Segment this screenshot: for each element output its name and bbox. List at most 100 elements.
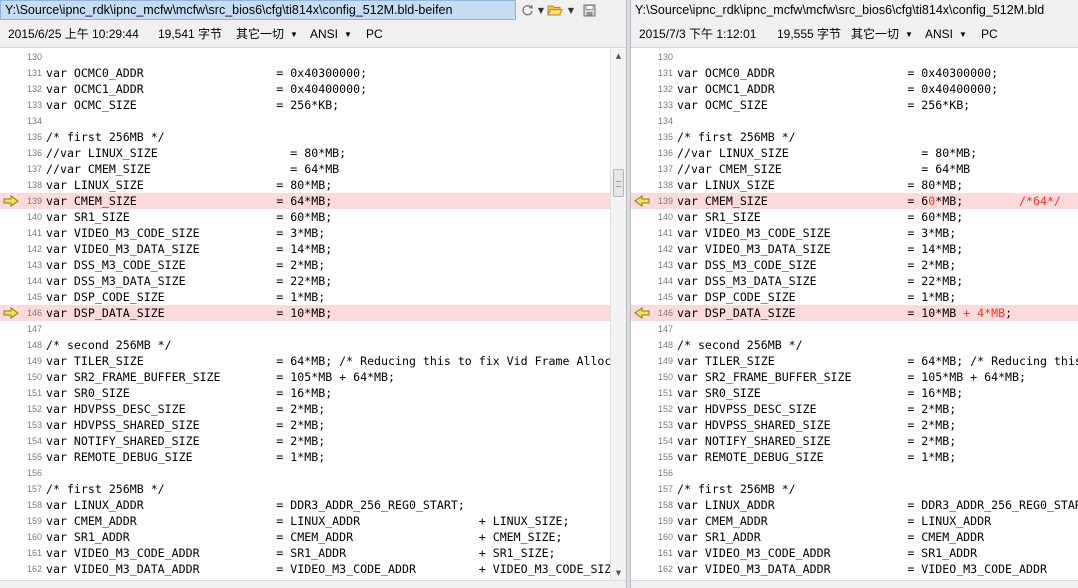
line-text: var LINUX_SIZE = 80*MB; (46, 178, 333, 192)
code-line[interactable]: 136 //var LINUX_SIZE = 80*MB; (631, 145, 1078, 161)
code-line[interactable]: 150 var SR2_FRAME_BUFFER_SIZE = 105*MB + … (631, 369, 1078, 385)
code-line[interactable]: 158 var LINUX_ADDR = DDR3_ADDR_256_REG0_S… (0, 497, 610, 513)
code-line[interactable]: 130 (631, 49, 1078, 65)
code-line[interactable]: 132 var OCMC1_ADDR = 0x40400000; (0, 81, 610, 97)
code-line[interactable]: 137 //var CMEM_SIZE = 64*MB (631, 161, 1078, 177)
code-line[interactable]: 155 var REMOTE_DEBUG_SIZE = 1*MB; (631, 449, 1078, 465)
code-line[interactable]: 138 var LINUX_SIZE = 80*MB; (0, 177, 610, 193)
line-number: 140 (26, 212, 42, 222)
code-line[interactable]: 153 var HDVPSS_SHARED_SIZE = 2*MB; (631, 417, 1078, 433)
text-segment: var VIDEO_M3_DATA_ADDR = VIDEO_M3_CODE_A… (677, 562, 1047, 576)
folder-icon[interactable] (546, 1, 564, 19)
line-text: var DSP_DATA_SIZE = 10*MB; (46, 306, 333, 320)
code-line[interactable]: 131 var OCMC0_ADDR = 0x40300000; (631, 65, 1078, 81)
code-line[interactable]: 137 //var CMEM_SIZE = 64*MB (0, 161, 610, 177)
code-line[interactable]: 145 var DSP_CODE_SIZE = 1*MB; (0, 289, 610, 305)
scroll-down-icon[interactable]: ▼ (611, 566, 626, 580)
left-code-view[interactable]: 130 131 var OCMC0_ADDR = 0x40300000; 132 var… (0, 49, 610, 580)
code-line[interactable]: 130 (0, 49, 610, 65)
right-filesize: 19,555 字节 (777, 27, 842, 41)
code-line[interactable]: 134 (631, 113, 1078, 129)
right-path-input[interactable]: Y:\Source\ipnc_rdk\ipnc_mcfw\mcfw\src_bi… (631, 0, 1078, 20)
code-line[interactable]: 144 var DSS_M3_DATA_SIZE = 22*MB; (631, 273, 1078, 289)
code-line[interactable]: 157 /* first 256MB */ (631, 481, 1078, 497)
text-segment: var CMEM_SIZE = 6 (677, 194, 929, 208)
code-line[interactable]: 148 /* second 256MB */ (0, 337, 610, 353)
code-line[interactable]: 147 (0, 321, 610, 337)
code-line[interactable]: 151 var SR0_SIZE = 16*MB; (631, 385, 1078, 401)
line-number: 152 (26, 404, 42, 414)
code-line[interactable]: 162 var VIDEO_M3_DATA_ADDR = VIDEO_M3_COD… (631, 561, 1078, 577)
code-line[interactable]: 142 var VIDEO_M3_DATA_SIZE = 14*MB; (0, 241, 610, 257)
code-line[interactable]: 159 var CMEM_ADDR = LINUX_ADDR (631, 513, 1078, 529)
code-line[interactable]: 135 /* first 256MB */ (631, 129, 1078, 145)
code-line[interactable]: 159 var CMEM_ADDR = LINUX_ADDR + LINUX_SI… (0, 513, 610, 529)
code-line[interactable]: 153 var HDVPSS_SHARED_SIZE = 2*MB; (0, 417, 610, 433)
save-icon[interactable] (580, 1, 598, 19)
right-code-view[interactable]: 130 131 var OCMC0_ADDR = 0x40300000; 132 var… (631, 49, 1078, 580)
left-vertical-scrollbar[interactable]: ▲ ▼ (610, 49, 626, 580)
code-line[interactable]: 154 var NOTIFY_SHARED_SIZE = 2*MB; (0, 433, 610, 449)
code-line[interactable]: 141 var VIDEO_M3_CODE_SIZE = 3*MB; (0, 225, 610, 241)
code-line[interactable]: 150 var SR2_FRAME_BUFFER_SIZE = 105*MB + … (0, 369, 610, 385)
code-line[interactable]: 152 var HDVPSS_DESC_SIZE = 2*MB; (631, 401, 1078, 417)
line-text: var DSP_DATA_SIZE = 10*MB + 4*MB; (677, 305, 1012, 321)
diff-line-changed[interactable]: 146 var DSP_DATA_SIZE = 10*MB + 4*MB; (631, 305, 1078, 321)
code-line[interactable]: 141 var VIDEO_M3_CODE_SIZE = 3*MB; (631, 225, 1078, 241)
code-line[interactable]: 148 /* second 256MB */ (631, 337, 1078, 353)
code-line[interactable]: 155 var REMOTE_DEBUG_SIZE = 1*MB; (0, 449, 610, 465)
code-line[interactable]: 151 var SR0_SIZE = 16*MB; (0, 385, 610, 401)
code-line[interactable]: 149 var TILER_SIZE = 64*MB; /* Reducing t… (0, 353, 610, 369)
scroll-up-icon[interactable]: ▲ (611, 49, 626, 63)
code-line[interactable]: 161 var VIDEO_M3_CODE_ADDR = SR1_ADDR (631, 545, 1078, 561)
refresh-icon[interactable] (518, 1, 536, 19)
line-number: 153 (26, 420, 42, 430)
diff-line-changed[interactable]: 146 var DSP_DATA_SIZE = 10*MB; (0, 305, 610, 321)
text-segment: var SR0_SIZE = 16*MB; (677, 386, 964, 400)
code-line[interactable]: 132 var OCMC1_ADDR = 0x40400000; (631, 81, 1078, 97)
code-line[interactable]: 154 var NOTIFY_SHARED_SIZE = 2*MB; (631, 433, 1078, 449)
right-path-bar: Y:\Source\ipnc_rdk\ipnc_mcfw\mcfw\src_bi… (631, 0, 1078, 20)
text-segment: var OCMC0_ADDR = 0x40300000; (677, 66, 999, 80)
code-line[interactable]: 136 //var LINUX_SIZE = 80*MB; (0, 145, 610, 161)
code-line[interactable]: 156 (0, 465, 610, 481)
right-encoding-dropdown[interactable]: ANSI ▼ (925, 20, 967, 50)
code-line[interactable]: 152 var HDVPSS_DESC_SIZE = 2*MB; (0, 401, 610, 417)
code-line[interactable]: 156 (631, 465, 1078, 481)
code-line[interactable]: 131 var OCMC0_ADDR = 0x40300000; (0, 65, 610, 81)
code-line[interactable]: 157 /* first 256MB */ (0, 481, 610, 497)
left-path-input[interactable]: Y:\Source\ipnc_rdk\ipnc_mcfw\mcfw\src_bi… (0, 0, 516, 20)
diff-segment: + 4*MB (956, 306, 1006, 320)
code-line[interactable]: 143 var DSS_M3_CODE_SIZE = 2*MB; (631, 257, 1078, 273)
code-line[interactable]: 158 var LINUX_ADDR = DDR3_ADDR_256_REG0_S… (631, 497, 1078, 513)
line-text: var OCMC0_ADDR = 0x40300000; (46, 66, 368, 80)
right-filetype-dropdown[interactable]: 其它一切 ▼ (851, 20, 913, 50)
refresh-dropdown-icon[interactable]: ▼ (536, 1, 546, 19)
code-line[interactable]: 144 var DSS_M3_DATA_SIZE = 22*MB; (0, 273, 610, 289)
code-line[interactable]: 161 var VIDEO_M3_CODE_ADDR = SR1_ADDR + S… (0, 545, 610, 561)
code-line[interactable]: 140 var SR1_SIZE = 60*MB; (631, 209, 1078, 225)
code-line[interactable]: 133 var OCMC_SIZE = 256*KB; (0, 97, 610, 113)
code-line[interactable]: 160 var SR1_ADDR = CMEM_ADDR + CMEM_SIZE; (0, 529, 610, 545)
code-line[interactable]: 162 var VIDEO_M3_DATA_ADDR = VIDEO_M3_COD… (0, 561, 610, 577)
code-line[interactable]: 142 var VIDEO_M3_DATA_SIZE = 14*MB; (631, 241, 1078, 257)
code-line[interactable]: 135 /* first 256MB */ (0, 129, 610, 145)
line-number: 145 (657, 292, 673, 302)
scroll-thumb[interactable] (613, 169, 624, 197)
folder-dropdown-icon[interactable]: ▼ (566, 1, 576, 19)
diff-line-changed[interactable]: 139 var CMEM_SIZE = 60*MB; /*64*/ (631, 193, 1078, 209)
text-segment: /* first 256MB */ (677, 130, 796, 144)
code-line[interactable]: 138 var LINUX_SIZE = 80*MB; (631, 177, 1078, 193)
code-line[interactable]: 133 var OCMC_SIZE = 256*KB; (631, 97, 1078, 113)
code-line[interactable]: 143 var DSS_M3_CODE_SIZE = 2*MB; (0, 257, 610, 273)
left-filetype-dropdown[interactable]: 其它一切 ▼ (236, 20, 298, 50)
code-line[interactable]: 149 var TILER_SIZE = 64*MB; /* Reducing t… (631, 353, 1078, 369)
code-line[interactable]: 147 (631, 321, 1078, 337)
left-encoding-dropdown[interactable]: ANSI ▼ (310, 20, 352, 50)
code-line[interactable]: 145 var DSP_CODE_SIZE = 1*MB; (631, 289, 1078, 305)
code-line[interactable]: 160 var SR1_ADDR = CMEM_ADDR (631, 529, 1078, 545)
code-line[interactable]: 140 var SR1_SIZE = 60*MB; (0, 209, 610, 225)
code-line[interactable]: 134 (0, 113, 610, 129)
diff-line-changed[interactable]: 139 var CMEM_SIZE = 64*MB; (0, 193, 610, 209)
text-segment: var OCMC1_ADDR = 0x40400000; (677, 82, 999, 96)
